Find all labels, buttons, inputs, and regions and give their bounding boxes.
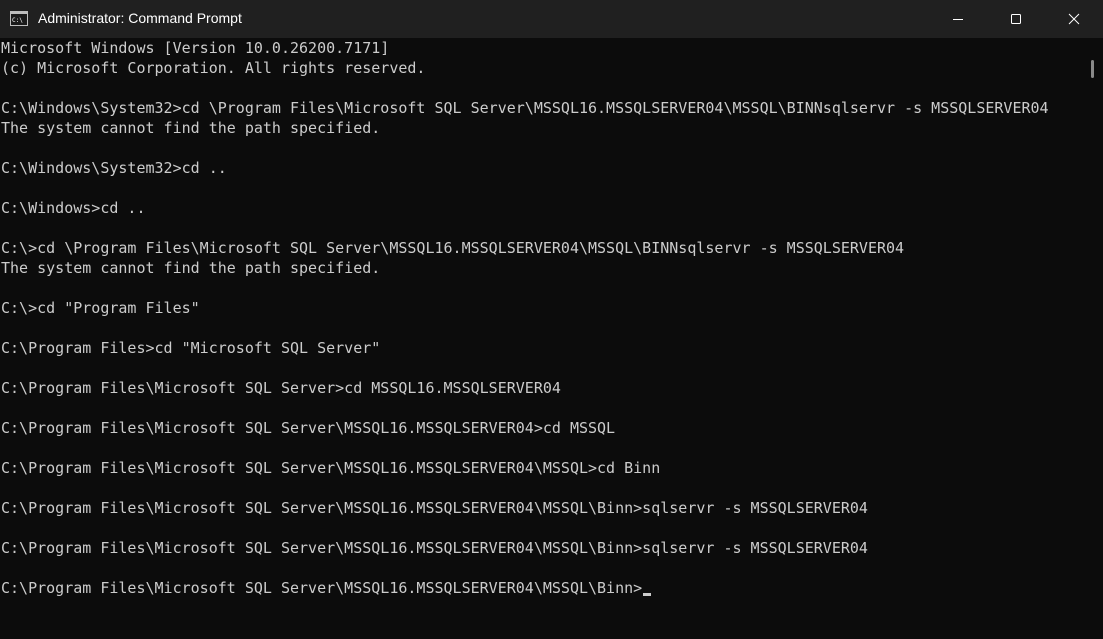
minimize-icon (953, 19, 963, 20)
terminal-line: C:\Program Files\Microsoft SQL Server\MS… (1, 459, 661, 477)
terminal-line: Microsoft Windows [Version 10.0.26200.71… (1, 39, 390, 57)
terminal-line: C:\Program Files>cd "Microsoft SQL Serve… (1, 339, 381, 357)
terminal-line: C:\Program Files\Microsoft SQL Server>cd… (1, 379, 561, 397)
terminal-line: (c) Microsoft Corporation. All rights re… (1, 59, 426, 77)
terminal-line: C:\Program Files\Microsoft SQL Server\MS… (1, 499, 868, 517)
title-bar[interactable]: C:\ Administrator: Command Prompt (0, 0, 1103, 38)
terminal-line: C:\Windows\System32>cd \Program Files\Mi… (1, 99, 1049, 117)
svg-text:C:\: C:\ (12, 17, 23, 24)
maximize-button[interactable] (987, 0, 1045, 38)
window-title: Administrator: Command Prompt (38, 10, 242, 26)
command-prompt-window: C:\ Administrator: Command Prompt Micros… (0, 0, 1103, 639)
close-button[interactable] (1045, 0, 1103, 38)
maximize-icon (1011, 14, 1021, 24)
terminal-line: The system cannot find the path specifie… (1, 259, 381, 277)
window-controls (929, 0, 1103, 38)
vertical-scrollbar[interactable] (1083, 38, 1103, 639)
scrollbar-thumb[interactable] (1091, 60, 1094, 78)
terminal-output[interactable]: Microsoft Windows [Version 10.0.26200.71… (0, 38, 1083, 639)
close-icon (1068, 13, 1080, 25)
cmd-app-icon: C:\ (10, 11, 28, 26)
minimize-button[interactable] (929, 0, 987, 38)
terminal-line: The system cannot find the path specifie… (1, 119, 381, 137)
terminal-line: C:\Program Files\Microsoft SQL Server\MS… (1, 539, 868, 557)
terminal-line: C:\>cd \Program Files\Microsoft SQL Serv… (1, 239, 905, 257)
terminal-line: C:\Windows>cd .. (1, 199, 146, 217)
terminal-line: C:\Windows\System32>cd .. (1, 159, 227, 177)
terminal-line: C:\Program Files\Microsoft SQL Server\MS… (1, 578, 652, 598)
text-cursor (643, 593, 652, 596)
terminal-line: C:\>cd "Program Files" (1, 299, 200, 317)
terminal-line: C:\Program Files\Microsoft SQL Server\MS… (1, 419, 616, 437)
